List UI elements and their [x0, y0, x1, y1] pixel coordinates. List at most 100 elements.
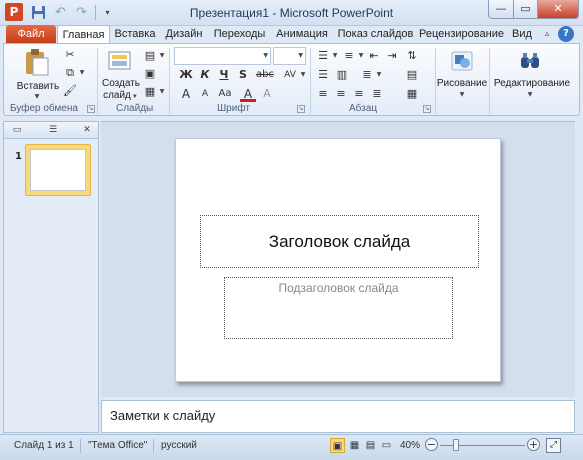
paste-icon[interactable]: [24, 48, 50, 76]
chevron-down-icon: ▼: [263, 52, 268, 59]
line-spacing-icon[interactable]: ≣: [359, 67, 375, 83]
align-left-text-icon[interactable]: ≡: [315, 86, 331, 102]
align-center-icon[interactable]: ≡: [333, 86, 349, 102]
underline-button[interactable]: Ч: [216, 67, 232, 83]
normal-view-icon[interactable]: ▣: [330, 438, 345, 453]
paste-button[interactable]: Вставить: [13, 81, 63, 93]
zoom-out-icon[interactable]: −: [425, 438, 438, 451]
close-button[interactable]: ✕: [537, 0, 579, 19]
shapes-icon[interactable]: [450, 50, 474, 72]
decrease-indent-icon[interactable]: ⇤: [366, 48, 382, 64]
font-name-combo[interactable]: ▼: [174, 47, 271, 65]
slide-number: 1: [15, 151, 22, 162]
chevron-down-icon[interactable]: ▼: [458, 91, 466, 99]
chevron-down-icon[interactable]: ▼: [78, 69, 86, 77]
close-panel-icon[interactable]: ✕: [80, 124, 94, 136]
numbering-icon[interactable]: ≡: [341, 48, 357, 64]
align-right-icon[interactable]: ≡: [351, 86, 367, 102]
tab-view[interactable]: Вид: [509, 25, 535, 44]
divider: [489, 48, 490, 114]
italic-button[interactable]: К: [197, 67, 213, 83]
fit-to-window-icon[interactable]: ⤢: [546, 438, 561, 453]
binoculars-icon[interactable]: [518, 50, 542, 72]
zoom-slider-thumb[interactable]: [453, 439, 459, 451]
chevron-down-icon[interactable]: ▼: [158, 88, 166, 96]
notes-pane[interactable]: Заметки к слайду: [101, 400, 575, 433]
font-color-button[interactable]: A: [240, 86, 256, 102]
tab-review[interactable]: Рецензирование: [419, 25, 504, 44]
zoom-level[interactable]: 40%: [400, 440, 420, 451]
copy-icon[interactable]: ⧉: [62, 65, 78, 81]
columns-icon[interactable]: ▥: [334, 67, 350, 83]
text-direction-icon[interactable]: ⇅: [404, 48, 420, 64]
slides-tab-icon[interactable]: ▭: [10, 124, 24, 136]
shrink-font-button[interactable]: A: [197, 86, 213, 102]
vertical-scrollbar[interactable]: [576, 121, 581, 397]
change-case-button[interactable]: Aa: [216, 86, 234, 102]
outline-tab-icon[interactable]: ☰: [46, 124, 60, 136]
chevron-down-icon[interactable]: ▼: [357, 52, 365, 60]
subtitle-placeholder[interactable]: Подзаголовок слайда: [224, 277, 453, 339]
dialog-launcher-icon[interactable]: ↘: [297, 105, 305, 113]
chevron-down-icon[interactable]: ▼: [375, 71, 383, 79]
justify-icon[interactable]: ≣: [369, 86, 385, 102]
ribbon-tabs: Файл Главная Вставка Дизайн Переходы Ани…: [0, 22, 583, 44]
tab-insert[interactable]: Вставка: [112, 25, 158, 44]
font-size-combo[interactable]: ▼: [273, 47, 306, 65]
format-painter-icon[interactable]: 🖌: [62, 83, 78, 99]
dialog-launcher-icon[interactable]: ↘: [423, 105, 431, 113]
reading-view-icon[interactable]: ▤: [363, 438, 378, 453]
slideshow-view-icon[interactable]: ▭: [379, 438, 394, 453]
cut-icon[interactable]: ✂: [62, 47, 78, 63]
chevron-down-icon[interactable]: ▼: [299, 71, 307, 79]
ribbon: Вставить ▼ ✂ ⧉ ▼ 🖌 Буфер обмена ↘ Создат…: [3, 43, 580, 116]
editing-button[interactable]: Редактирование: [491, 78, 573, 90]
align-text-icon[interactable]: ▤: [404, 67, 420, 83]
title-placeholder[interactable]: Заголовок слайда: [200, 215, 479, 268]
align-left-icon[interactable]: ☰: [315, 67, 331, 83]
increase-indent-icon[interactable]: ⇥: [384, 48, 400, 64]
chevron-down-icon[interactable]: ▼: [33, 93, 41, 101]
tab-file[interactable]: Файл: [6, 25, 56, 44]
smartart-icon[interactable]: ▦: [404, 86, 420, 102]
chevron-down-icon[interactable]: ▼: [158, 52, 166, 60]
dialog-launcher-icon[interactable]: ↘: [87, 105, 95, 113]
bullets-icon[interactable]: ☰: [315, 48, 331, 64]
title-placeholder-text: Заголовок слайда: [268, 232, 411, 251]
tab-animation[interactable]: Анимация: [273, 25, 331, 44]
slide-count: Слайд 1 из 1: [14, 440, 74, 451]
drawing-button[interactable]: Рисование: [436, 78, 488, 90]
tab-transitions[interactable]: Переходы: [211, 25, 268, 44]
maximize-button[interactable]: ▭: [513, 0, 538, 19]
slide-sorter-icon[interactable]: ▦: [347, 438, 362, 453]
slide-thumbnail[interactable]: [25, 144, 91, 196]
reset-icon[interactable]: ▣: [142, 66, 158, 82]
chevron-down-icon[interactable]: ▼: [526, 91, 534, 99]
chevron-up-icon[interactable]: ▵: [540, 28, 554, 40]
character-spacing-button[interactable]: AV: [281, 67, 299, 83]
group-label-slides: Слайды: [116, 103, 154, 114]
clear-formatting-button[interactable]: A: [259, 86, 275, 102]
status-bar: Слайд 1 из 1 "Тема Office" русский ▣ ▦ ▤…: [0, 434, 583, 460]
divider: [169, 48, 170, 114]
new-slide-label-2: слайд: [103, 90, 131, 101]
help-icon[interactable]: ?: [558, 26, 574, 42]
theme-name[interactable]: "Тема Office": [88, 440, 147, 451]
new-slide-button[interactable]: Создать слайд▼: [101, 78, 141, 102]
bold-button[interactable]: Ж: [178, 67, 194, 83]
tab-slideshow[interactable]: Показ слайдов: [336, 25, 415, 44]
zoom-in-icon[interactable]: +: [527, 438, 540, 451]
tab-home[interactable]: Главная: [57, 25, 110, 44]
section-icon[interactable]: ▦: [142, 84, 158, 100]
strikethrough-button[interactable]: abc: [255, 67, 275, 83]
slide-canvas[interactable]: Заголовок слайда Подзаголовок слайда: [175, 138, 501, 382]
language[interactable]: русский: [161, 440, 197, 451]
text-shadow-button[interactable]: S: [235, 67, 251, 83]
layout-icon[interactable]: ▤: [142, 48, 158, 64]
tab-design[interactable]: Дизайн: [162, 25, 206, 44]
minimize-button[interactable]: —: [488, 0, 514, 19]
grow-font-button[interactable]: A: [178, 86, 194, 102]
new-slide-icon[interactable]: [108, 49, 132, 71]
divider: [153, 439, 154, 453]
chevron-down-icon[interactable]: ▼: [331, 52, 339, 60]
